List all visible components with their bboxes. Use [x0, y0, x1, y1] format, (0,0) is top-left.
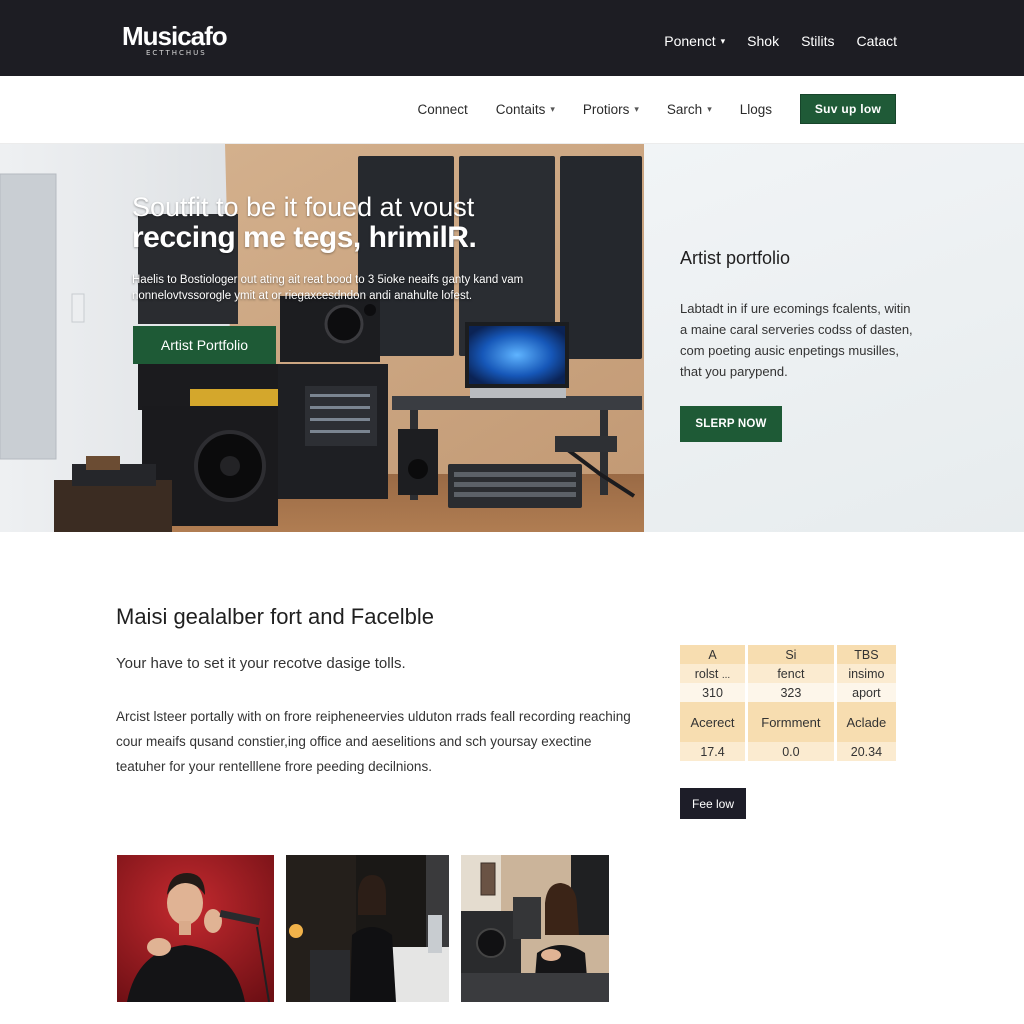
subnav-label: Connect — [417, 101, 468, 117]
top-nav-label: Catact — [856, 33, 897, 49]
top-nav-label: Ponenct — [664, 33, 716, 49]
table-cell: 323 — [746, 683, 837, 702]
panel-title: Artist portfolio — [680, 248, 791, 268]
table-cell: fenct — [746, 664, 837, 683]
top-header: Musicafo ECTTHCHUS Ponenct ▾ Shok Stilit… — [0, 0, 1024, 76]
subnav-item-sarch[interactable]: Sarch ▾ — [667, 102, 712, 117]
subnav-item-connect[interactable]: Connect — [418, 102, 468, 117]
chevron-down-icon: ▾ — [634, 103, 639, 114]
gallery-image-singer[interactable] — [117, 855, 274, 1002]
table-row: Acerect Formment Aclade — [680, 702, 896, 742]
subnav-item-llogs[interactable]: Llogs — [740, 102, 772, 117]
chevron-down-icon: ▾ — [707, 103, 712, 114]
table-cell: Si — [746, 645, 837, 664]
signup-button[interactable]: Suv up low — [800, 94, 896, 124]
table-cell: 310 — [680, 683, 748, 702]
top-nav-label: Stilits — [801, 33, 835, 49]
hero-headline: reccing me tegs, hrimilR. — [132, 221, 477, 254]
feel-now-button[interactable]: Fee low — [680, 788, 746, 819]
hero-description: Haelis to Bostiologer out ating ait reat… — [132, 274, 524, 302]
ellipsis-text: ... — [721, 669, 731, 681]
gallery-image-producer[interactable] — [461, 855, 609, 1002]
table-cell: TBS — [835, 645, 896, 664]
chevron-down-icon: ▾ — [720, 35, 726, 46]
table-cell: Aclade — [835, 702, 896, 742]
panel-description: Labtadt in if ure ecomings fcalents, wit… — [680, 301, 913, 379]
subnav-item-protiors[interactable]: Protiors ▾ — [583, 102, 639, 117]
stats-table: A Si TBS rolst ... fenct insimo 310 323 … — [680, 645, 896, 761]
table-cell: Acerect — [680, 702, 748, 742]
subnav-label: Sarch — [666, 101, 703, 117]
artist-portfolio-button[interactable]: Artist Portfolio — [133, 326, 276, 364]
top-nav-label: Shok — [747, 33, 780, 49]
site-logo[interactable]: Musicafo ECTTHCHUS — [122, 21, 228, 57]
subnav-label: Llogs — [739, 101, 772, 117]
subnav-label: Contaits — [495, 101, 546, 117]
section-subtitle: Your have to set it your recotve dasige … — [116, 655, 406, 672]
table-cell: 0.0 — [746, 742, 837, 761]
table-cell: 20.34 — [835, 742, 896, 761]
top-nav: Ponenct ▾ Shok Stilits Catact — [642, 33, 897, 49]
table-row: rolst ... fenct insimo — [680, 664, 896, 683]
artist-portfolio-panel: Artist portfolio Labtadt in if ure ecomi… — [644, 144, 1024, 532]
table-row: A Si TBS — [680, 645, 896, 664]
top-nav-item-catact[interactable]: Catact — [857, 33, 897, 49]
top-nav-item-stilits[interactable]: Stilits — [801, 33, 834, 49]
hero-title: Soutfit to be it foued at voust — [132, 192, 475, 222]
section-title: Maisi gealalber fort and Facelble — [116, 604, 434, 629]
top-nav-item-ponenct[interactable]: Ponenct ▾ — [664, 33, 725, 49]
logo-wordmark: Musicafo — [122, 21, 228, 51]
table-cell: A — [680, 645, 748, 664]
start-now-button[interactable]: SLERP NOW — [680, 406, 782, 442]
subnav-label: Protiors — [582, 101, 630, 117]
subnav-item-contaits[interactable]: Contaits ▾ — [496, 102, 555, 117]
table-cell: insimo — [835, 664, 896, 683]
secondary-nav: Connect Contaits ▾ Protiors ▾ Sarch ▾ Ll… — [0, 76, 1024, 144]
hero-text-block: Soutfit to be it foued at voust reccing … — [132, 192, 552, 304]
table-cell: 17.4 — [680, 742, 748, 761]
table-cell: Formment — [746, 702, 837, 742]
table-row: 17.4 0.0 20.34 — [680, 742, 896, 761]
top-nav-item-shok[interactable]: Shok — [747, 33, 779, 49]
hero-section: Soutfit to be it foued at voust reccing … — [0, 144, 1024, 532]
gallery-image-studio-woman[interactable] — [286, 855, 449, 1002]
chevron-down-icon: ▾ — [550, 103, 555, 114]
table-row: 310 323 aport — [680, 683, 896, 702]
table-cell: aport — [835, 683, 896, 702]
section-body: Arcist lsteer portally with on frore rei… — [116, 709, 631, 774]
table-cell: rolst ... — [680, 664, 748, 683]
